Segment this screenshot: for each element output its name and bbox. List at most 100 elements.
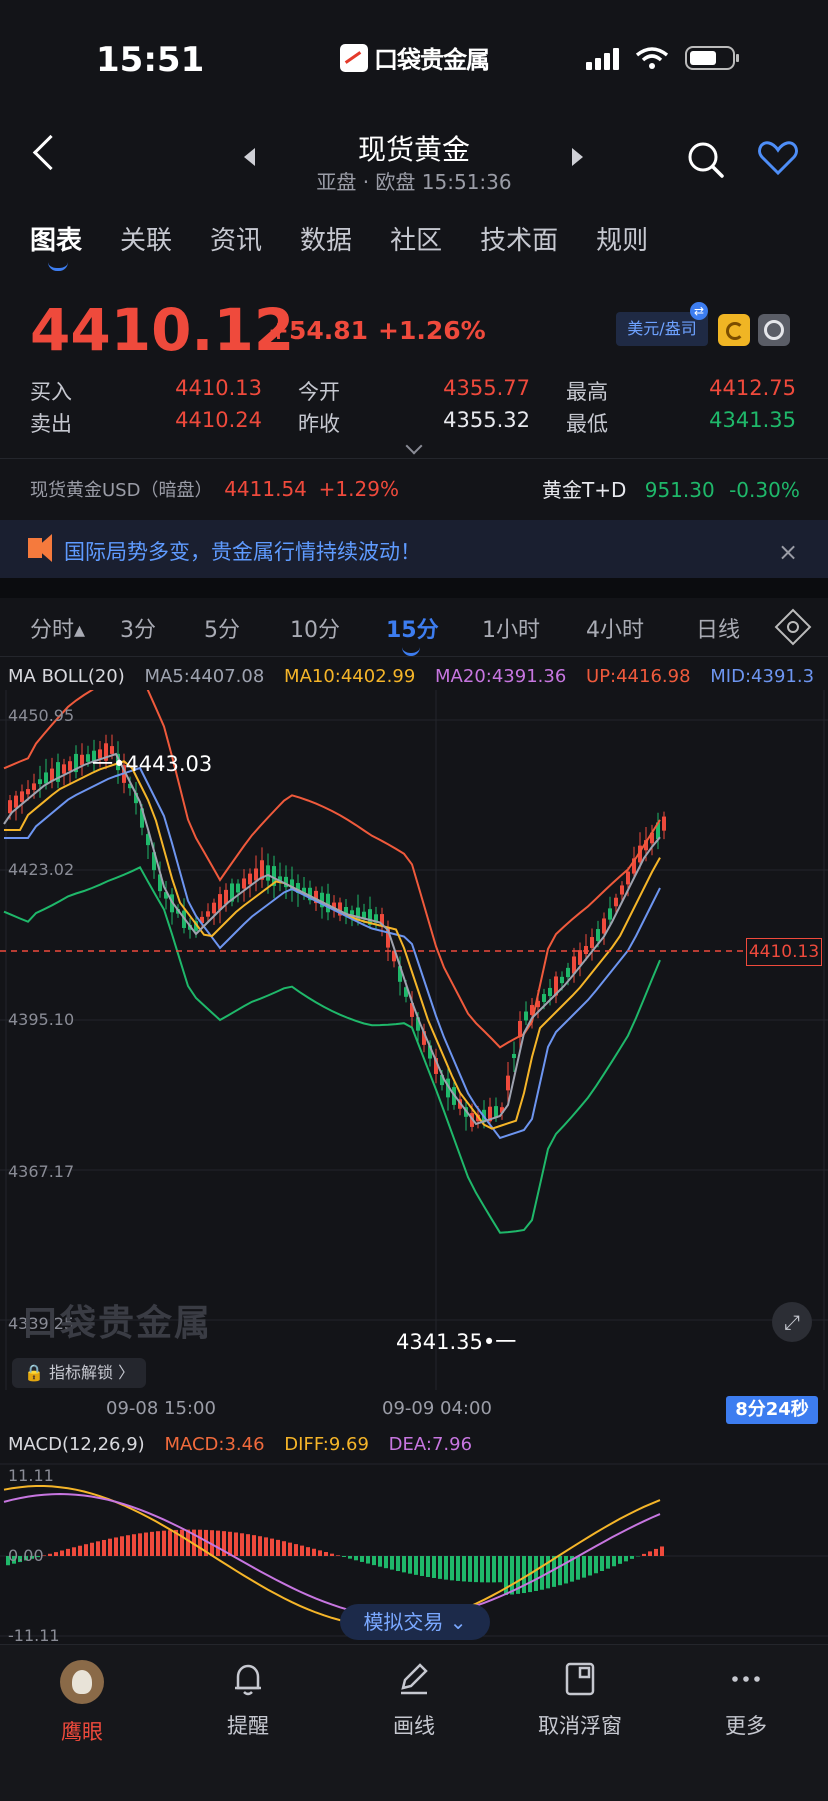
ma5-line xyxy=(4,754,660,1124)
nav-eagle-eye[interactable]: 鹰眼 xyxy=(22,1660,142,1746)
convert-icon[interactable] xyxy=(758,314,790,346)
macd-bar xyxy=(336,1555,340,1556)
macd-bar xyxy=(522,1556,526,1593)
dark-pool-ticker[interactable]: 现货黄金USD（暗盘） 4411.54 +1.29% xyxy=(30,476,399,502)
tab-community[interactable]: 社区 xyxy=(390,220,442,257)
candle xyxy=(506,1076,510,1091)
candle xyxy=(206,911,210,916)
indicator-unlock-button[interactable]: 🔒 指标解锁 〉 xyxy=(12,1358,146,1388)
tab-chart[interactable]: 图表 xyxy=(30,220,82,257)
prev-close-value: 4355.32 xyxy=(420,408,530,432)
macd-bar xyxy=(150,1532,154,1556)
simulated-trading-button[interactable]: 模拟交易 ⌄ xyxy=(340,1604,490,1640)
period-tab-5m[interactable]: 5分 xyxy=(204,612,240,644)
period-tab-4h[interactable]: 4小时 xyxy=(586,612,644,644)
candle xyxy=(662,817,666,831)
candle xyxy=(80,755,84,765)
time-axis-label: 09-08 15:00 xyxy=(106,1398,216,1419)
high-label: 最高 xyxy=(566,376,608,406)
nav-more[interactable]: 更多 xyxy=(686,1660,806,1740)
macd-bar xyxy=(144,1533,148,1556)
candle xyxy=(14,796,18,808)
candles xyxy=(8,735,666,1132)
macd-bar xyxy=(54,1552,58,1556)
macd-bar xyxy=(492,1556,496,1582)
ticker-right-pct: -0.30% xyxy=(729,478,800,502)
ticker-left-pct: +1.29% xyxy=(319,477,399,501)
app-name: 口袋贵金属 xyxy=(374,40,489,75)
period-tab-1h[interactable]: 1小时 xyxy=(482,612,540,644)
candle xyxy=(20,791,24,802)
candle xyxy=(524,1012,528,1021)
low-value: 4341.35 xyxy=(686,408,796,432)
divider xyxy=(0,458,828,459)
period-tab-10m[interactable]: 10分 xyxy=(290,612,340,644)
ma-boll-legend[interactable]: MA BOLL(20) MA5:4407.08 MA10:4402.99 MA2… xyxy=(8,666,828,687)
eagle-avatar-icon xyxy=(60,1660,104,1704)
price-change-percent: +1.26% xyxy=(378,316,486,345)
macd-bar xyxy=(408,1556,412,1574)
candle xyxy=(32,783,36,790)
tab-rules[interactable]: 规则 xyxy=(596,220,648,257)
nav-alert[interactable]: 提醒 xyxy=(188,1660,308,1740)
pen-icon xyxy=(395,1660,433,1698)
macd-bar xyxy=(330,1554,334,1556)
tab-related[interactable]: 关联 xyxy=(120,220,172,257)
search-icon[interactable] xyxy=(686,140,726,180)
macd-bar xyxy=(660,1546,664,1556)
macd-bar xyxy=(438,1556,442,1579)
boll-low-line xyxy=(4,867,660,1232)
macd-bar xyxy=(450,1556,454,1580)
candle xyxy=(566,968,570,977)
period-tab-daily[interactable]: 日线 xyxy=(696,612,740,644)
macd-bar xyxy=(156,1531,160,1556)
macd-bar xyxy=(96,1541,100,1556)
macd-bar xyxy=(576,1556,580,1580)
macd-bar xyxy=(390,1556,394,1570)
candlestick-chart[interactable] xyxy=(0,690,828,1390)
macd-bar xyxy=(168,1530,172,1556)
ask-value: 4410.24 xyxy=(152,408,262,432)
macd-bar xyxy=(510,1556,514,1595)
macd-bar xyxy=(216,1531,220,1556)
gold-coin-icon[interactable] xyxy=(718,314,750,346)
td-ticker[interactable]: 黄金T+D 951.30 -0.30% xyxy=(542,474,800,503)
macd-bar xyxy=(198,1530,202,1556)
period-high-marker: 一•4443.03 xyxy=(92,748,212,778)
tab-news[interactable]: 资讯 xyxy=(210,220,262,257)
period-tab-15m[interactable]: 15分 xyxy=(386,612,439,644)
candle xyxy=(608,908,612,919)
banner-text[interactable]: 国际局势多变，贵金属行情持续波动！ xyxy=(64,536,421,566)
current-price-tag: 4410.13 xyxy=(746,938,822,966)
nav-cancel-float[interactable]: 取消浮窗 xyxy=(520,1660,640,1740)
candle-countdown: 8分24秒 xyxy=(726,1396,818,1424)
macd-bar xyxy=(384,1556,388,1568)
macd-bar xyxy=(558,1556,562,1585)
fullscreen-icon[interactable]: ⤢ xyxy=(772,1302,812,1342)
candle xyxy=(86,754,90,762)
period-tab-3m[interactable]: 3分 xyxy=(120,612,156,644)
chevron-down-icon[interactable] xyxy=(406,438,423,455)
macd-bar xyxy=(48,1554,52,1556)
favorite-heart-icon[interactable] xyxy=(758,140,798,176)
macd-bar xyxy=(600,1556,604,1571)
bell-icon xyxy=(229,1660,267,1698)
macd-bar xyxy=(270,1539,274,1556)
next-instrument-icon[interactable] xyxy=(572,148,583,166)
macd-bar xyxy=(342,1556,346,1557)
tab-data[interactable]: 数据 xyxy=(300,220,352,257)
period-tab-intraday[interactable]: 分时▴ xyxy=(30,612,85,644)
tab-technical[interactable]: 技术面 xyxy=(480,220,558,257)
candle xyxy=(26,789,30,794)
candle xyxy=(584,946,588,954)
close-icon[interactable]: × xyxy=(778,538,798,566)
macd-bar xyxy=(606,1556,610,1569)
macd-indicator-name: MACD(12,26,9) xyxy=(8,1434,145,1455)
macd-legend[interactable]: MACD(12,26,9) MACD:3.46 DIFF:9.69 DEA:7.… xyxy=(8,1434,486,1455)
macd-bar xyxy=(594,1556,598,1573)
nav-draw-line[interactable]: 画线 xyxy=(354,1660,474,1740)
chart-grid xyxy=(0,690,828,1390)
prev-close-label: 昨收 xyxy=(298,408,340,438)
macd-bar xyxy=(162,1531,166,1556)
price-change: +54.81 xyxy=(268,316,368,345)
